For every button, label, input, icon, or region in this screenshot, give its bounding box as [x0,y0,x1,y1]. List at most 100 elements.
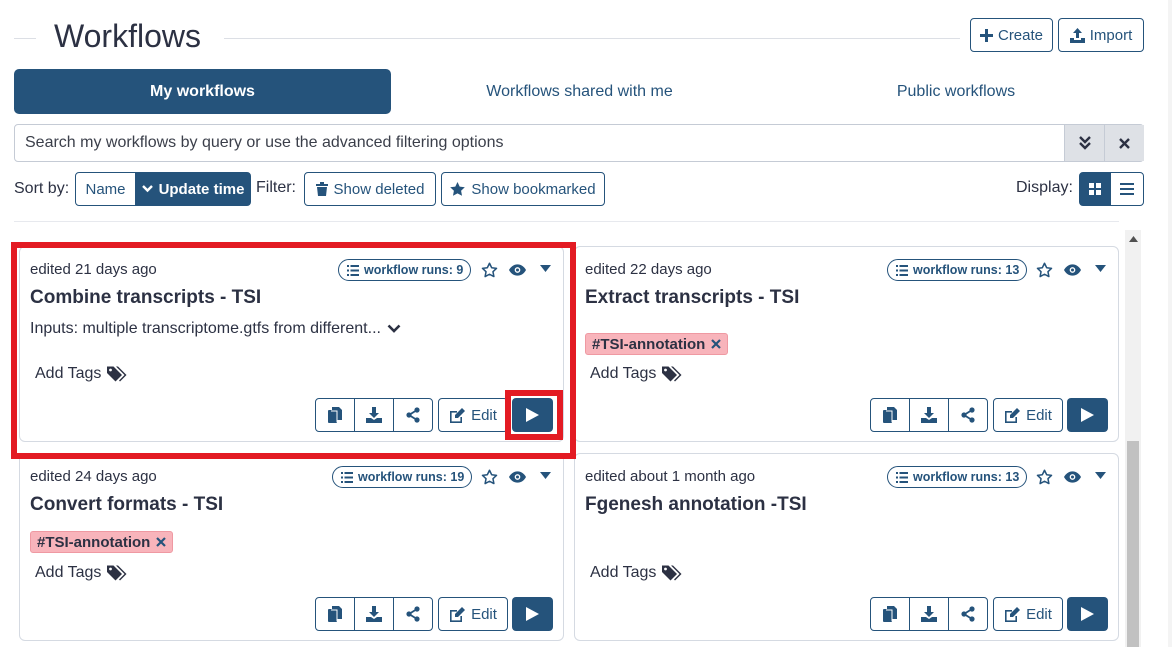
tags-icon [662,366,682,382]
add-tags-button[interactable]: Add Tags [35,564,129,582]
list-top-border [14,221,1119,222]
scroll-up-arrow-icon[interactable] [1129,236,1138,242]
sort-update-time-button[interactable]: Update time [135,172,251,206]
import-button[interactable]: Import [1058,18,1144,52]
list-icon [1120,183,1134,195]
tag-label: #TSI-annotation [37,533,151,551]
list-scrollbar[interactable] [1125,230,1141,647]
add-tags-label: Add Tags [590,564,657,581]
double-chevron-down-icon [1078,136,1091,150]
display-grid-button[interactable] [1079,172,1111,206]
show-deleted-button[interactable]: Show deleted [304,172,436,206]
add-tags-button[interactable]: Add Tags [590,564,684,582]
copy-button[interactable] [870,597,910,631]
copy-button[interactable] [315,597,355,631]
share-icon [406,407,420,423]
workflow-runs-badge[interactable]: workflow runs: 9 [338,259,472,281]
eye-icon[interactable] [1064,264,1081,276]
copy-button[interactable] [315,398,355,432]
add-tags-button[interactable]: Add Tags [35,365,129,383]
run-workflow-button[interactable] [512,398,553,432]
sort-update-time-label: Update time [158,180,245,198]
run-workflow-button[interactable] [1067,597,1108,631]
tab-shared-workflows[interactable]: Workflows shared with me [391,69,768,114]
download-button[interactable] [909,398,949,432]
tab-public-workflows[interactable]: Public workflows [768,69,1144,114]
workflow-description[interactable]: Inputs: multiple transcriptome.gtfs from… [30,320,401,338]
eye-icon[interactable] [1064,471,1081,483]
sort-label: Sort by: [14,180,70,197]
edit-button[interactable]: Edit [993,597,1063,631]
tag-label: #TSI-annotation [592,335,706,353]
remove-tag-icon[interactable] [711,339,722,349]
workflow-runs-badge[interactable]: workflow runs: 13 [887,466,1028,488]
search-input[interactable] [15,125,1065,161]
sort-name-label: Name [85,180,126,198]
workflow-name[interactable]: Combine transcripts - TSI [30,287,261,309]
sort-name-button[interactable]: Name [75,172,136,206]
add-tags-label: Add Tags [35,564,102,581]
tag-badge[interactable]: #TSI-annotation [585,333,729,355]
caret-down-icon[interactable] [540,265,551,272]
upload-icon [1069,27,1085,43]
workflow-name[interactable]: Convert formats - TSI [30,494,223,516]
clear-search-button[interactable] [1104,125,1144,161]
scrollbar-thumb[interactable] [1127,441,1139,647]
run-workflow-button[interactable] [512,597,553,631]
workflow-name[interactable]: Fgenesh annotation -TSI [585,494,807,516]
workflow-card: edited 22 days ago workflow runs: 13 Ext… [574,246,1119,442]
edit-button[interactable]: Edit [993,398,1063,432]
star-outline-icon[interactable] [1036,262,1053,278]
plus-icon [979,28,993,42]
create-button[interactable]: Create [970,18,1053,52]
eye-icon[interactable] [509,471,526,483]
play-icon [526,607,539,621]
caret-down-icon[interactable] [540,472,551,479]
workflow-card: edited about 1 month ago workflow runs: … [574,453,1119,641]
star-outline-icon[interactable] [481,469,498,485]
download-button[interactable] [909,597,949,631]
share-button[interactable] [948,597,988,631]
create-label: Create [997,26,1044,44]
remove-tag-icon[interactable] [156,537,167,547]
display-list-button[interactable] [1110,172,1144,206]
workflow-runs-label: workflow runs: 13 [913,470,1020,484]
caret-down-icon[interactable] [1095,472,1106,479]
eye-icon[interactable] [509,264,526,276]
download-button[interactable] [354,398,394,432]
add-tags-label: Add Tags [590,365,657,382]
caret-down-icon[interactable] [1095,265,1106,272]
share-button[interactable] [393,398,433,432]
tab-my-workflows[interactable]: My workflows [14,69,391,114]
workflow-runs-label: workflow runs: 13 [913,263,1020,277]
edit-label: Edit [1026,406,1052,424]
list-ul-icon [341,471,353,483]
star-outline-icon[interactable] [1036,469,1053,485]
download-button[interactable] [354,597,394,631]
edit-button[interactable]: Edit [438,597,508,631]
copy-icon [883,407,897,423]
title-divider-left [14,38,36,39]
workflow-name[interactable]: Extract transcripts - TSI [585,287,799,309]
show-bookmarked-button[interactable]: Show bookmarked [441,172,605,206]
copy-button[interactable] [870,398,910,432]
workflow-actions: Edit [870,597,1063,631]
add-tags-button[interactable]: Add Tags [590,365,684,383]
share-icon [961,407,975,423]
show-deleted-label: Show deleted [333,180,425,198]
workflow-description-text: Inputs: multiple transcriptome.gtfs from… [30,320,381,337]
workflow-runs-badge[interactable]: workflow runs: 13 [887,259,1028,281]
share-button[interactable] [393,597,433,631]
chevron-down-icon [387,324,401,333]
edited-time: edited 22 days ago [585,261,712,278]
share-button[interactable] [948,398,988,432]
edit-icon [450,606,466,622]
star-outline-icon[interactable] [481,262,498,278]
advanced-filter-toggle-button[interactable] [1064,125,1104,161]
run-workflow-button[interactable] [1067,398,1108,432]
tag-badge[interactable]: #TSI-annotation [30,531,174,553]
page-scrollbar-track[interactable] [1168,0,1172,647]
show-bookmarked-label: Show bookmarked [471,180,596,198]
edit-button[interactable]: Edit [438,398,508,432]
workflow-runs-badge[interactable]: workflow runs: 19 [332,466,473,488]
